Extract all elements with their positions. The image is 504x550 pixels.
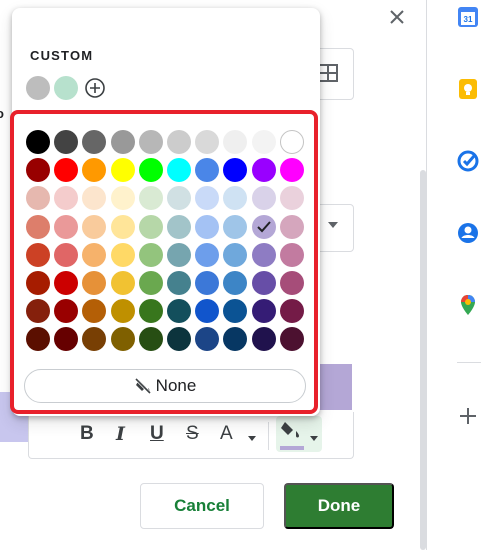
no-color-button[interactable]: None (24, 369, 306, 403)
bold-button[interactable]: B (80, 424, 94, 444)
text-color-button[interactable]: A (220, 424, 233, 444)
paint-bucket-icon (281, 422, 299, 438)
cancel-button[interactable]: Cancel (140, 483, 264, 529)
no-fill-icon (134, 377, 151, 395)
app-bar-divider (457, 362, 481, 363)
text-color-caret-icon[interactable] (248, 436, 256, 441)
plus-icon[interactable] (458, 406, 478, 426)
fill-color-caret-icon[interactable] (310, 436, 318, 441)
strikethrough-button[interactable]: S (186, 424, 199, 444)
scrollbar[interactable] (420, 170, 426, 550)
done-button[interactable]: Done (284, 483, 394, 529)
fill-color-indicator (280, 446, 304, 450)
truncated-label: o (0, 106, 4, 121)
custom-color-swatch[interactable] (26, 76, 50, 100)
select-range-icon[interactable] (318, 64, 338, 82)
custom-color-swatch[interactable] (54, 76, 78, 100)
tasks-icon[interactable] (457, 150, 479, 172)
chevron-down-icon[interactable] (328, 222, 338, 228)
calendar-icon[interactable]: 31 (457, 6, 479, 28)
italic-button[interactable]: I (116, 424, 125, 444)
side-app-bar: 31 (427, 0, 504, 550)
maps-icon[interactable] (457, 294, 479, 316)
underline-button[interactable]: U (150, 424, 164, 444)
add-custom-color-icon[interactable] (84, 77, 106, 99)
no-color-label: None (155, 376, 197, 395)
calendar-day: 31 (464, 15, 473, 24)
keep-icon[interactable] (457, 78, 479, 100)
custom-colors-heading: CUSTOM (30, 48, 94, 63)
toolbar-divider (268, 422, 269, 450)
close-icon[interactable] (386, 6, 408, 28)
contacts-icon[interactable] (457, 222, 479, 244)
